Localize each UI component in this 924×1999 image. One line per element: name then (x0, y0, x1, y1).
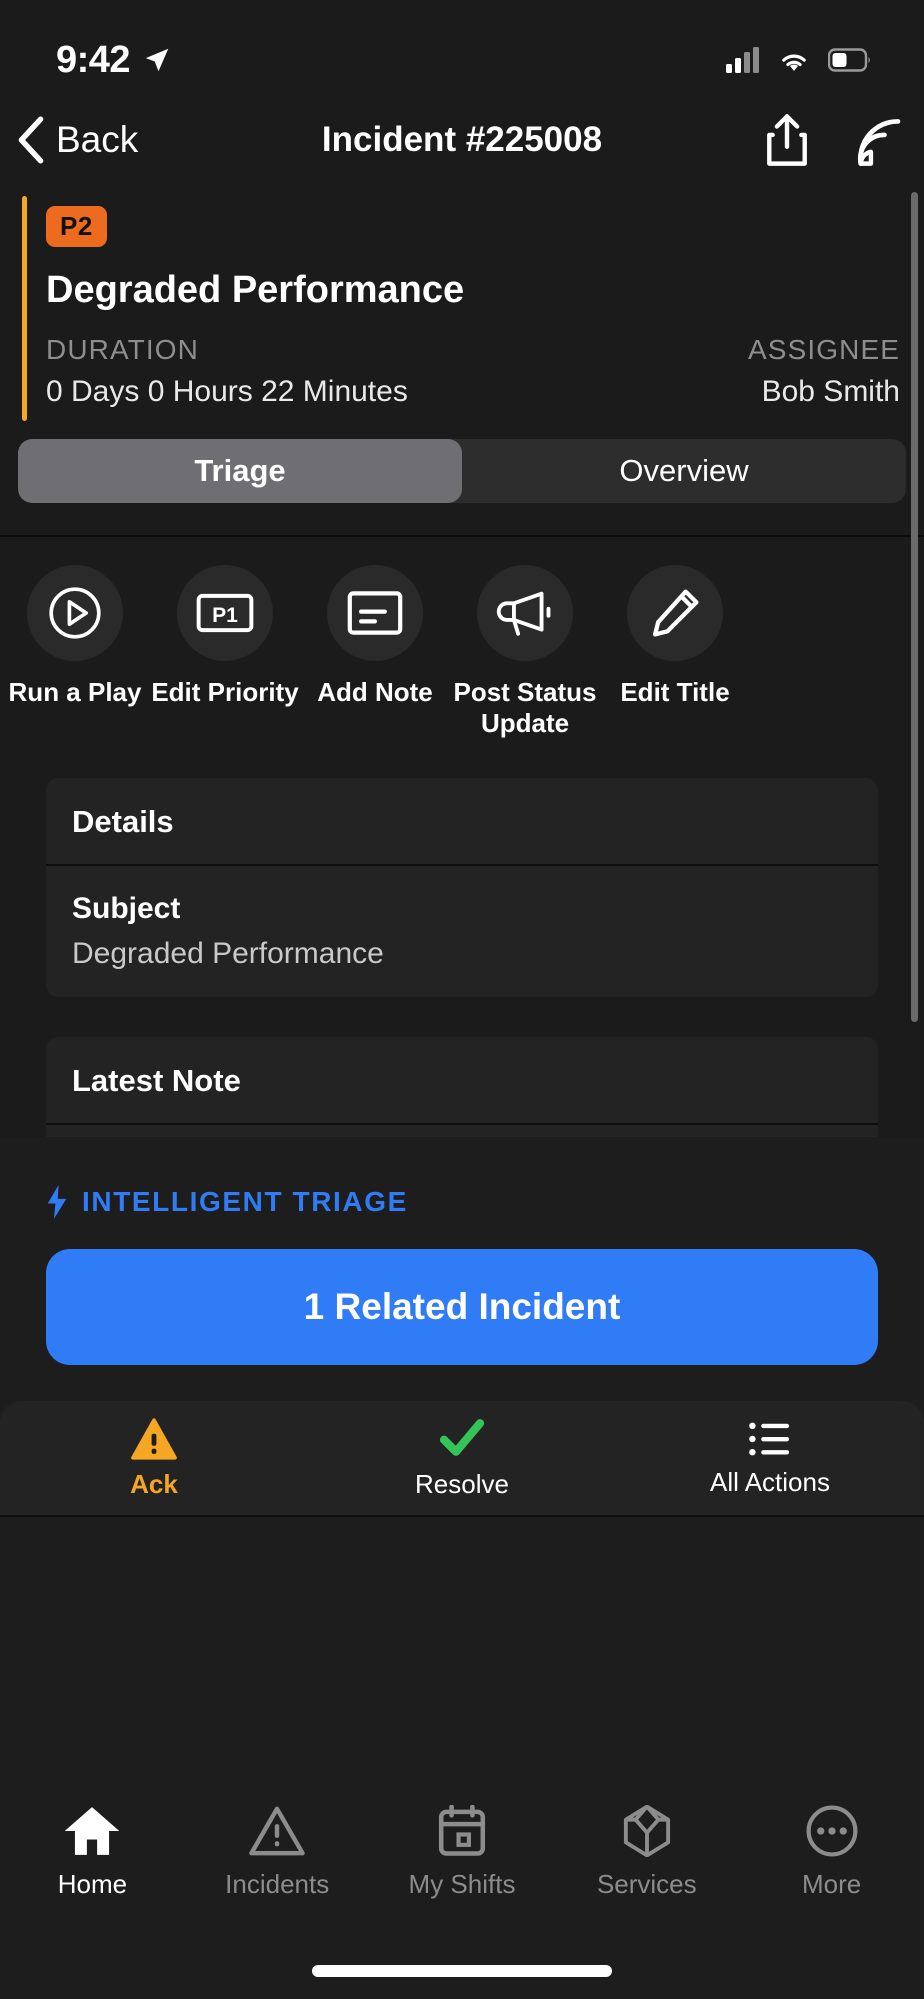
tab-segmented-wrapper: Triage Overview (0, 439, 924, 503)
svg-text:P1: P1 (212, 604, 238, 627)
check-icon (439, 1418, 485, 1456)
tab-label: More (801, 1869, 862, 1899)
action-label: Run a Play (8, 677, 142, 707)
bottom-overlay-panel: INTELLIGENT TRIAGE 1 Related Incident Ac… (0, 1137, 924, 1999)
vertical-scrollbar[interactable] (911, 192, 918, 1022)
duration-value: 0 Days 0 Hours 22 Minutes (46, 375, 408, 408)
action-run-a-play[interactable]: Run a Play (0, 565, 150, 738)
action-edit-title[interactable]: Edit Title (600, 565, 750, 738)
subject-label: Subject (72, 892, 181, 926)
tab-label: Services (596, 1869, 697, 1899)
battery-icon (828, 48, 870, 72)
assignee-value: Bob Smith (761, 375, 900, 408)
action-edit-priority[interactable]: P1 Edit Priority (150, 565, 300, 738)
duration-block: DURATION 0 Days 0 Hours 22 Minutes (46, 334, 408, 409)
play-circle-icon (49, 587, 101, 639)
intelligent-triage-label: INTELLIGENT TRIAGE (82, 1186, 408, 1217)
ellipsis-circle-icon (806, 1805, 858, 1857)
incident-meta-row: DURATION 0 Days 0 Hours 22 Minutes ASSIG… (46, 334, 900, 409)
assignee-block: ASSIGNEE Bob Smith (748, 334, 900, 409)
action-label: Edit Priority (151, 677, 299, 707)
megaphone-icon (496, 591, 551, 636)
incident-header-inner: P2 Degraded Performance DURATION 0 Days … (24, 206, 900, 409)
status-bar-left: 9:42 (56, 39, 172, 82)
details-card: Details Subject Degraded Performance (46, 778, 878, 998)
latest-note-card-header: Latest Note (46, 1037, 878, 1126)
action-label: Add Note (317, 677, 433, 707)
warning-triangle-icon (249, 1806, 305, 1856)
chevron-left-icon (18, 116, 44, 164)
duration-label: DURATION (46, 334, 199, 365)
back-label: Back (56, 119, 139, 160)
all-actions-label: All Actions (710, 1466, 830, 1497)
intelligent-triage-section-header: INTELLIGENT TRIAGE (0, 1137, 924, 1219)
home-indicator (312, 1965, 612, 1977)
action-icon-circle (27, 565, 123, 661)
ack-button[interactable]: Ack (0, 1401, 308, 1515)
tab-label: My Shifts (408, 1869, 516, 1899)
all-actions-button[interactable]: All Actions (616, 1401, 924, 1515)
action-icon-circle (477, 565, 573, 661)
nav-actions (764, 113, 902, 167)
assignee-label: ASSIGNEE (748, 334, 900, 365)
calendar-icon (438, 1805, 486, 1856)
details-card-body[interactable]: Subject Degraded Performance (46, 866, 878, 997)
action-label: Edit Title (620, 677, 730, 707)
tab-segmented-control: Triage Overview (18, 439, 906, 503)
details-card-header: Details (46, 778, 878, 867)
status-bar-right (726, 47, 872, 73)
location-arrow-icon (145, 48, 169, 72)
action-icon-circle (327, 565, 423, 661)
tab-overview[interactable]: Overview (462, 439, 906, 503)
back-button[interactable]: Back (0, 116, 138, 164)
incident-title: Degraded Performance (46, 269, 465, 311)
tab-more[interactable]: More (739, 1805, 924, 1999)
action-post-status-update[interactable]: Post Status Update (450, 565, 600, 738)
tab-label: Incidents (225, 1869, 330, 1899)
tab-triage[interactable]: Triage (18, 439, 462, 503)
quick-action-bar: Ack Resolve All Actions (0, 1401, 924, 1517)
resolve-label: Resolve (415, 1468, 509, 1499)
pencil-icon (652, 589, 699, 637)
action-icon-circle (627, 565, 723, 661)
resolve-button[interactable]: Resolve (308, 1401, 616, 1515)
subscribe-icon (857, 119, 901, 166)
subject-value: Degraded Performance (72, 937, 384, 971)
phone-screen: 9:42 Back Incident #225008 P2 Degraded P… (0, 0, 924, 1999)
note-icon (347, 591, 403, 635)
priority-p1-icon: P1 (196, 593, 254, 633)
subscribe-button[interactable] (850, 113, 902, 167)
cellular-signal-icon (726, 47, 759, 73)
list-icon (749, 1422, 790, 1455)
navigation-bar: Back Incident #225008 (0, 96, 924, 184)
action-icon-circle: P1 (177, 565, 273, 661)
action-add-note[interactable]: Add Note (300, 565, 450, 738)
incident-header: P2 Degraded Performance DURATION 0 Days … (0, 184, 924, 439)
action-label: Post Status Update (453, 677, 597, 738)
home-icon (65, 1807, 120, 1855)
lightning-bolt-icon (47, 1185, 67, 1219)
status-bar: 9:42 (0, 0, 924, 96)
related-incident-label: 1 Related Incident (303, 1286, 621, 1327)
tab-label: Home (57, 1869, 128, 1899)
related-incident-button[interactable]: 1 Related Incident (46, 1249, 878, 1365)
tab-home[interactable]: Home (0, 1805, 185, 1999)
priority-accent-bar (22, 196, 27, 421)
share-button[interactable] (764, 113, 810, 167)
warning-triangle-icon (131, 1417, 177, 1460)
ack-label: Ack (130, 1468, 178, 1499)
priority-badge[interactable]: P2 (46, 206, 107, 247)
wifi-icon (782, 54, 806, 71)
quick-actions-strip[interactable]: Run a Play P1 Edit Priority Add Note Pos… (0, 537, 924, 738)
clock: 9:42 (56, 38, 131, 81)
share-icon (767, 114, 807, 166)
cube-icon (623, 1805, 670, 1857)
